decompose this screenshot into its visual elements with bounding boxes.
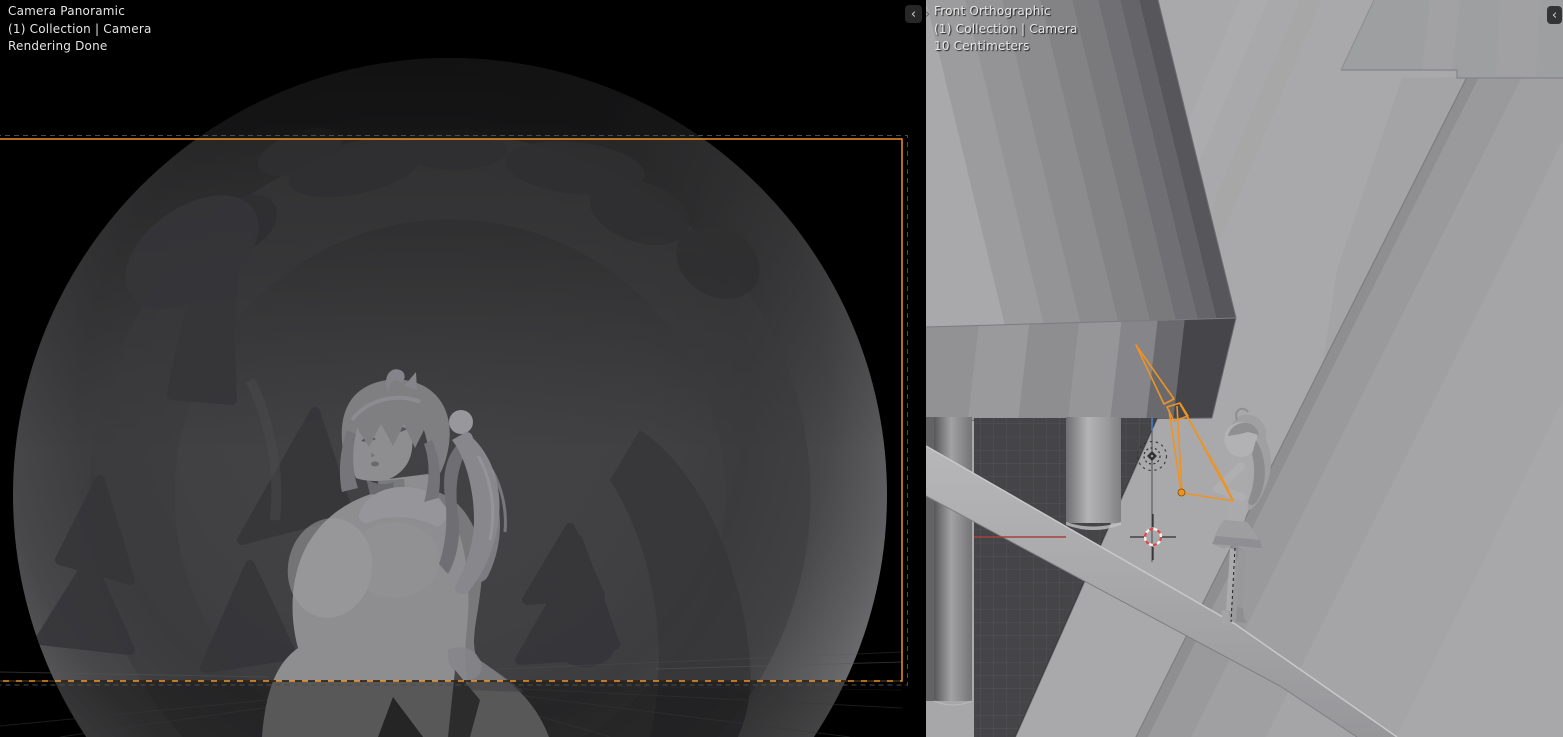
slab-top-right xyxy=(1340,0,1563,79)
front-orthographic-canvas[interactable] xyxy=(926,0,1563,737)
viewport-front-orthographic[interactable]: Front Orthographic (1) Collection | Came… xyxy=(926,0,1563,737)
region-expand-button[interactable]: › xyxy=(925,8,930,21)
chevron-left-icon: ‹ xyxy=(1551,7,1558,23)
blender-split-3d-viewport: Camera Panoramic (1) Collection | Camera… xyxy=(0,0,1563,737)
sidebar-toggle-arrow[interactable]: ‹ xyxy=(1547,6,1562,24)
viewport-camera-panoramic[interactable]: Camera Panoramic (1) Collection | Camera… xyxy=(0,0,926,737)
hair-scrunchie xyxy=(449,410,473,434)
pillar-small-cylinder[interactable] xyxy=(1066,417,1121,530)
camera-panoramic-canvas[interactable] xyxy=(0,0,926,737)
region-collapse-button[interactable]: ‹ xyxy=(905,5,922,23)
chevron-right-icon: › xyxy=(925,7,931,22)
chevron-left-icon: ‹ xyxy=(910,6,917,22)
camera-origin-dot[interactable] xyxy=(1177,488,1186,497)
